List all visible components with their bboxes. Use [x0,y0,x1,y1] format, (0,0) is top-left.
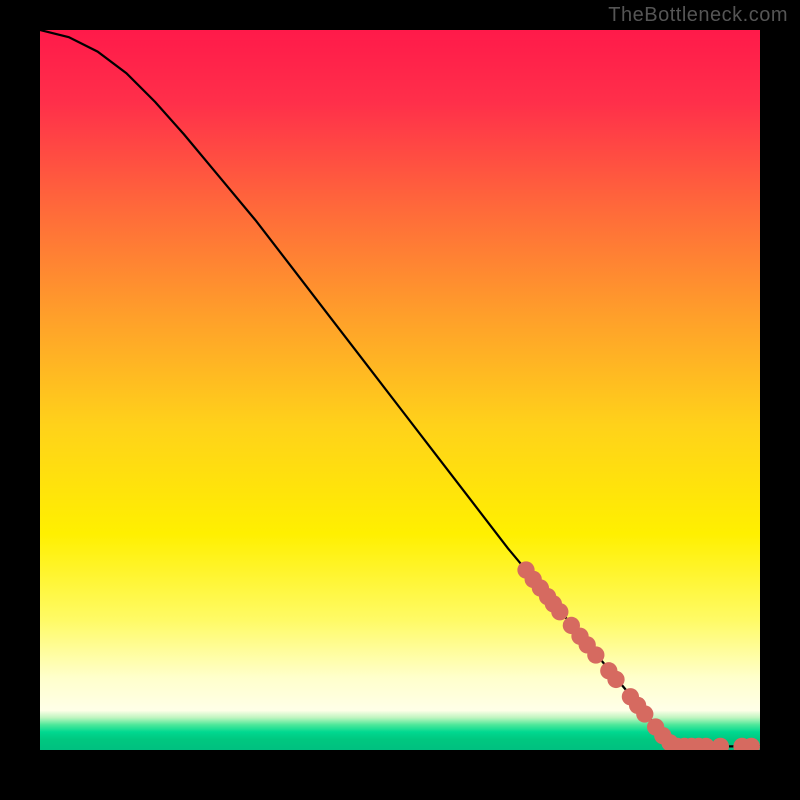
chart-frame: TheBottleneck.com [0,0,800,800]
chart-svg [40,30,760,750]
plot-area [40,30,760,750]
gradient-background [40,30,760,750]
watermark-text: TheBottleneck.com [608,4,788,27]
data-marker [607,671,624,688]
data-marker [587,646,604,663]
data-marker [551,603,568,620]
